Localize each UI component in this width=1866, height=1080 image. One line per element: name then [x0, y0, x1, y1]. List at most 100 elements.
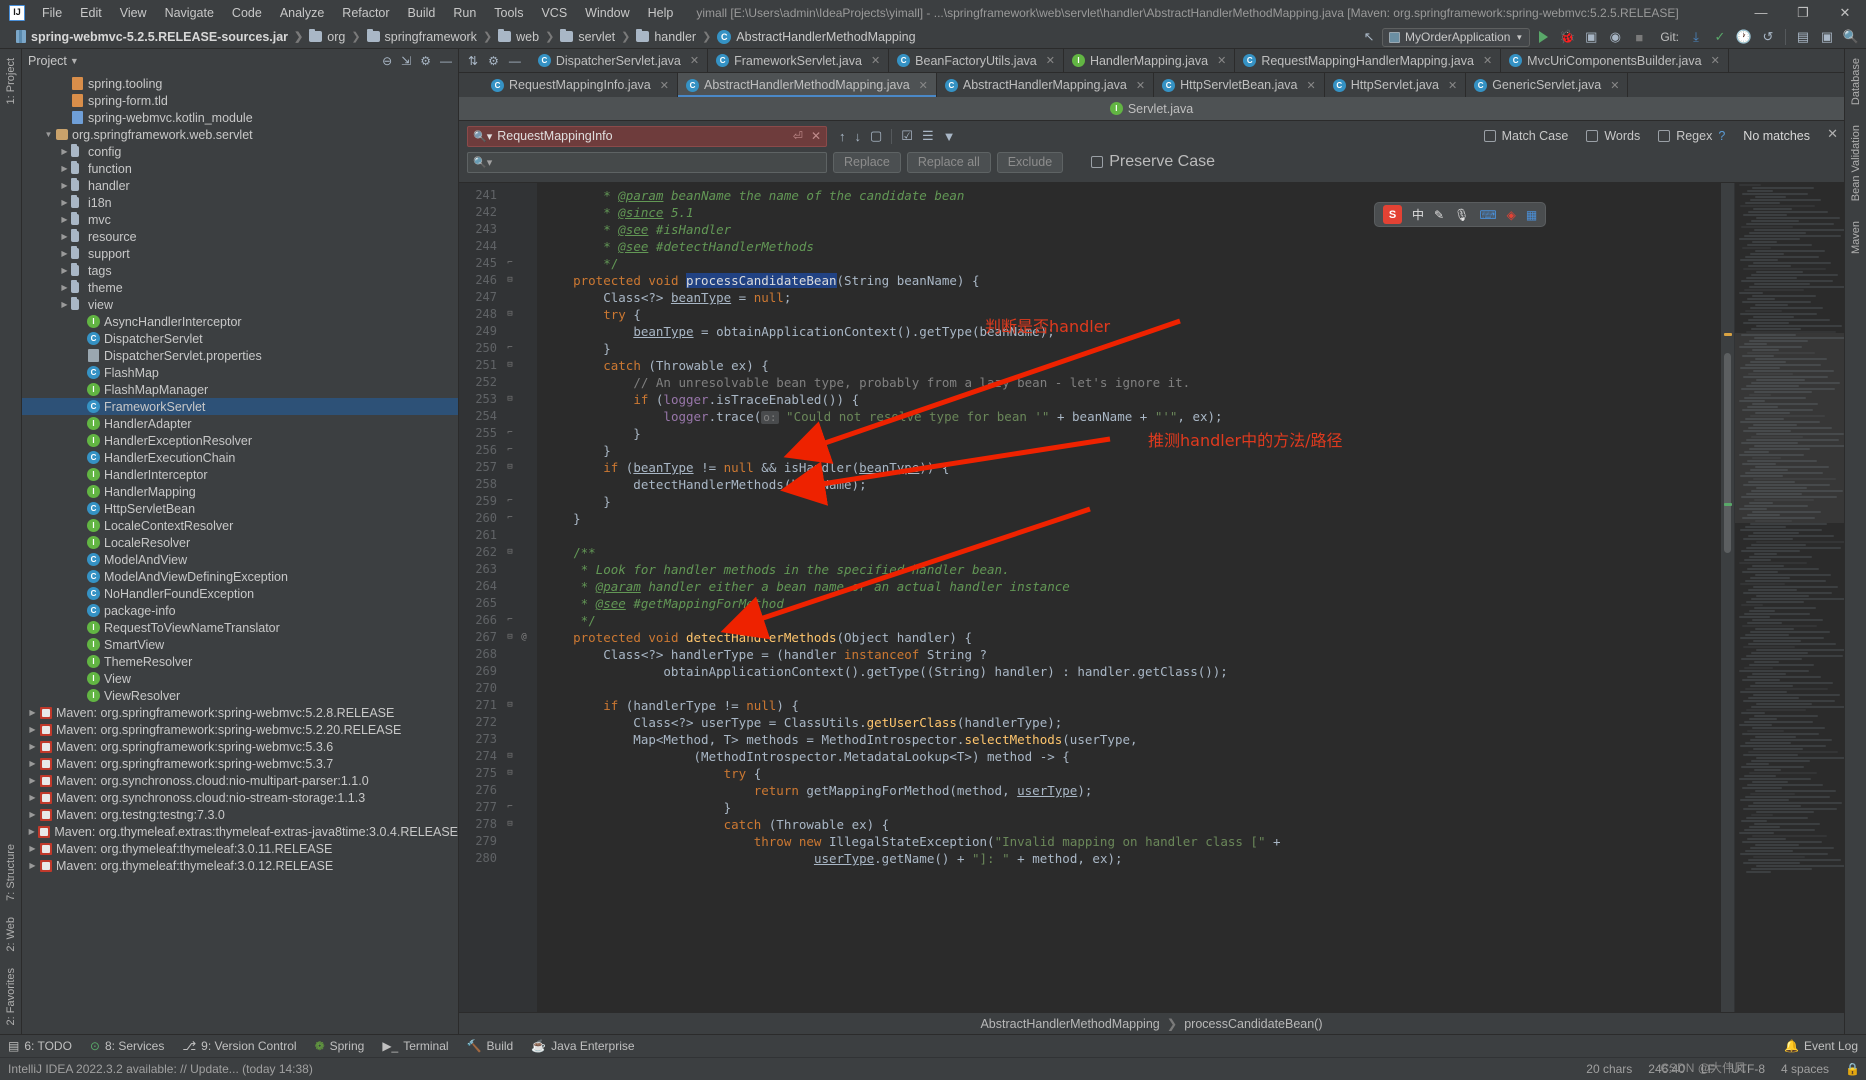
project-tree[interactable]: ▶ spring.tooling ▶ spring-form.tld ▶ spring-w… [22, 73, 458, 1034]
tree-item[interactable]: ▶Cpackage-info [22, 602, 458, 619]
gutter-line[interactable]: 265 [459, 595, 537, 612]
tree-item[interactable]: ▶C ModelAndViewDefiningException [22, 568, 458, 585]
tree-item[interactable]: ▶ Maven: org.springframework:spring-webmv… [22, 704, 458, 721]
rail-item-bean-validation[interactable]: Bean Validation [1850, 122, 1862, 204]
search-everywhere-icon[interactable]: 🔍 [1840, 26, 1862, 48]
find-next-icon[interactable]: ↓ [855, 129, 862, 144]
tool-button-spring[interactable]: ❁ Spring [315, 1039, 365, 1053]
back-arrow-icon[interactable]: ↖ [1358, 26, 1380, 48]
gutter-line[interactable]: 270 [459, 680, 537, 697]
gutter-line[interactable]: 262 ⊟ [459, 544, 537, 561]
gutter-line[interactable]: 250 ⌐ [459, 340, 537, 357]
gutter-line[interactable]: 248 ⊟ [459, 306, 537, 323]
breadcrumb-item-jar[interactable]: spring-webmvc-5.2.5.RELEASE-sources.jar … [16, 30, 309, 44]
tree-item[interactable]: ▶ resource [22, 228, 458, 245]
code-line[interactable]: * @param handler either a bean name or a… [537, 578, 1721, 595]
breadcrumb-item-web[interactable]: web ❯ [498, 29, 560, 44]
tool-button-version-control[interactable]: ⎇ 9: Version Control [182, 1039, 296, 1053]
gutter-line[interactable]: 276 [459, 782, 537, 799]
gutter-line[interactable]: 280 [459, 850, 537, 867]
rail-item-database[interactable]: Database [1850, 55, 1862, 108]
close-icon[interactable]: ✕ [1711, 54, 1720, 67]
expand-arrow-icon[interactable]: ▶ [58, 147, 71, 156]
tree-item[interactable]: ▶ theme [22, 279, 458, 296]
expand-arrow-icon[interactable]: ▶ [26, 844, 39, 853]
tree-item[interactable]: ▶I HandlerExceptionResolver [22, 432, 458, 449]
gutter-line[interactable]: 271 ⊟ [459, 697, 537, 714]
gutter-line[interactable]: 257 ⊟ [459, 459, 537, 476]
tree-item[interactable]: ▶I LocaleContextResolver [22, 517, 458, 534]
tree-item[interactable]: ▶C HttpServletBean [22, 500, 458, 517]
tree-item[interactable]: ▶I FlashMapManager [22, 381, 458, 398]
fold-marker-icon[interactable]: ⊟ [503, 816, 517, 833]
expand-arrow-icon[interactable]: ▶ [26, 742, 39, 751]
pen-icon[interactable]: ✎ [1434, 208, 1444, 222]
tree-item[interactable]: ▶ Maven: org.thymeleaf.extras:thymeleaf-e… [22, 823, 458, 840]
expand-arrow-icon[interactable]: ▼ [42, 130, 55, 139]
gutter-line[interactable]: 273 [459, 731, 537, 748]
gutter-line[interactable]: 258 [459, 476, 537, 493]
gutter-line[interactable]: 261 [459, 527, 537, 544]
tree-item[interactable]: ▶I SmartView [22, 636, 458, 653]
tree-item[interactable]: ▶C DispatcherServlet [22, 330, 458, 347]
code-line[interactable]: try { [537, 765, 1721, 782]
gutter-line[interactable]: 268 [459, 646, 537, 663]
tree-item[interactable]: ▶C NoHandlerFoundException [22, 585, 458, 602]
expand-arrow-icon[interactable]: ▶ [74, 470, 87, 479]
code-line[interactable]: obtainApplicationContext().getType((Stri… [537, 663, 1721, 680]
code-line[interactable]: Class<?> handlerType = (handler instance… [537, 646, 1721, 663]
code-line[interactable]: * @param beanName the name of the candid… [537, 187, 1721, 204]
fold-marker-icon[interactable]: ⌐ [503, 255, 517, 272]
code-line[interactable]: logger.trace(o: "Could not resolve type … [537, 408, 1721, 425]
close-find-panel-icon[interactable]: ✕ [1827, 126, 1838, 142]
expand-arrow-icon[interactable]: ▶ [74, 368, 87, 377]
tab-mvcuricomponentsbuilder[interactable]: C MvcUriComponentsBuilder.java ✕ [1501, 49, 1729, 72]
tree-item[interactable]: ▶ Maven: org.thymeleaf:thymeleaf:3.0.12.R… [22, 857, 458, 874]
expand-arrow-icon[interactable]: ▶ [74, 453, 87, 462]
tree-item[interactable]: ▶ Maven: org.springframework:spring-webmv… [22, 721, 458, 738]
close-icon[interactable]: ✕ [1046, 54, 1055, 67]
code-editor[interactable]: 241 242 243 244 245 ⌐ 246 ⊟ 247 248 ⊟ 249 250 ⌐ 251 ⊟ 25… [459, 183, 1844, 1012]
find-previous-icon[interactable]: ↑ [839, 129, 846, 144]
scrollbar-thumb[interactable] [1724, 353, 1731, 553]
debug-icon[interactable]: 🐞 [1556, 26, 1578, 48]
tree-item[interactable]: ▼ org.springframework.web.servlet [22, 126, 458, 143]
code-line[interactable]: * @see #getMappingForMethod [537, 595, 1721, 612]
filter-lines-icon[interactable]: ☰ [922, 128, 934, 144]
gutter-line[interactable]: 277 ⌐ [459, 799, 537, 816]
expand-arrow-icon[interactable]: ▶ [58, 96, 71, 105]
exclude-button[interactable]: Exclude [996, 151, 1064, 173]
menu-code[interactable]: Code [223, 3, 271, 23]
tab-abstracthandlermethodmapping[interactable]: C AbstractHandlerMethodMapping.java ✕ [677, 73, 937, 97]
expand-arrow-icon[interactable]: ▶ [58, 249, 71, 258]
tree-item[interactable]: ▶C ModelAndView [22, 551, 458, 568]
expand-arrow-icon[interactable]: ▶ [74, 521, 87, 530]
gutter-line[interactable]: 260 ⌐ [459, 510, 537, 527]
gutter-line[interactable]: 252 [459, 374, 537, 391]
expand-arrow-icon[interactable]: ▶ [74, 589, 87, 598]
tree-item[interactable]: ▶ Maven: org.springframework:spring-webmv… [22, 738, 458, 755]
expand-arrow-icon[interactable]: ▶ [26, 708, 39, 717]
tab-frameworkservlet[interactable]: C FrameworkServlet.java ✕ [708, 49, 890, 72]
tree-item[interactable]: ▶ handler [22, 177, 458, 194]
fold-marker-icon[interactable]: ⊟ [503, 306, 517, 323]
skin-icon[interactable]: ◈ [1507, 208, 1516, 222]
code-line[interactable]: Class<?> userType = ClassUtils.getUserCl… [537, 714, 1721, 731]
close-icon[interactable]: ✕ [690, 54, 699, 67]
gear-icon[interactable]: ⚙ [488, 54, 499, 68]
code-line[interactable]: if (handlerType != null) { [537, 697, 1721, 714]
code-line[interactable]: Class<?> beanType = null; [537, 289, 1721, 306]
rail-item-favorites[interactable]: 2: Favorites [5, 965, 17, 1028]
search-input[interactable]: 🔍▾ RequestMappingInfo ⏎ ✕ [467, 125, 827, 147]
tree-item[interactable]: ▶I HandlerInterceptor [22, 466, 458, 483]
code-line[interactable]: */ [537, 255, 1721, 272]
fold-marker-icon[interactable]: ⌐ [503, 510, 517, 527]
help-icon[interactable]: ? [1718, 129, 1725, 143]
tree-item[interactable]: ▶ i18n [22, 194, 458, 211]
code-line[interactable]: if (beanType != null && isHandler(beanTy… [537, 459, 1721, 476]
gutter-line[interactable]: 278 ⊟ [459, 816, 537, 833]
expand-arrow-icon[interactable]: ▶ [58, 232, 71, 241]
editor-scrollbar[interactable] [1721, 183, 1734, 1012]
fold-marker-icon[interactable]: ⌐ [503, 340, 517, 357]
tree-item[interactable]: ▶I HandlerMapping [22, 483, 458, 500]
